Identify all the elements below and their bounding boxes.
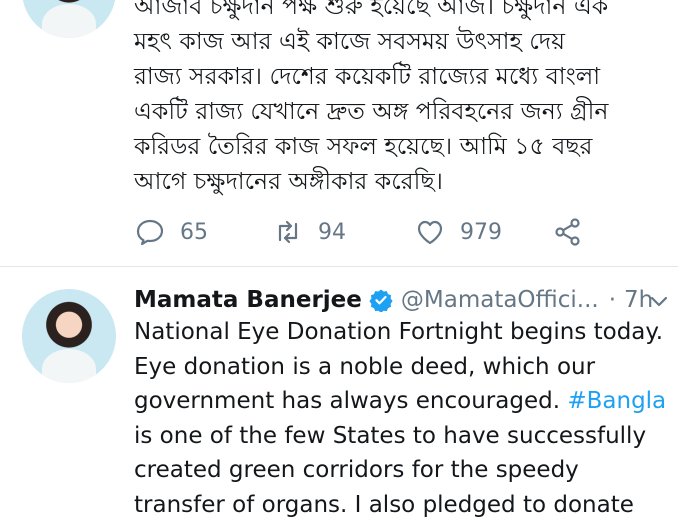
tweet-2-line: created green corridors for the speedy — [134, 453, 674, 488]
tweet-1-line: রাজ্য সরকার। দেশের কয়েকটি রাজ্যের মধ্যে… — [134, 59, 674, 94]
tweet-2-line: is one of the few States to have success… — [134, 419, 674, 454]
reply-count: 65 — [180, 220, 208, 245]
retweet-count: 94 — [318, 220, 346, 245]
like-button[interactable]: 979 — [414, 212, 502, 252]
tweet-2-header: Mamata Banerjee @MamataOffici... · 7h — [134, 283, 674, 317]
tweet-2-line: Eye donation is a noble deed, which our — [134, 350, 674, 385]
tweet-2-text: National Eye Donation Fortnight begins t… — [134, 315, 674, 522]
author-handle[interactable]: @MamataOffici... — [401, 287, 599, 313]
tweet-2-line: transfer of organs. I also pledged to do… — [134, 488, 674, 522]
tweet-2-line: government has always encouraged. #Bangl… — [134, 384, 674, 419]
retweet-button[interactable]: 94 — [272, 212, 346, 252]
tweet-2-line-text: government has always encouraged. — [134, 388, 560, 414]
tweet-1-line: একটি রাজ্য যেখানে দ্রুত অঙ্গ পরিবহনের জন… — [134, 94, 674, 129]
tweet-1-line: করিডর তৈরির কাজ সফল হয়েছে। আমি ১৫ বছর — [134, 129, 674, 164]
tweet-1-line: আগে চক্ষুদানের অঙ্গীকার করেছি। — [134, 164, 674, 199]
verified-badge-icon — [369, 288, 393, 312]
reply-icon — [134, 216, 166, 248]
tweet-1-line: মহৎ কাজ আর এই কাজে সবসময় উৎসাহ দেয় — [134, 24, 674, 59]
separator-dot: · — [609, 287, 616, 313]
tweet-1-text: আজাব চক্ষুদান পক্ষ শুরু হয়েছে আজ। চক্ষু… — [134, 0, 674, 199]
hashtag-link[interactable]: #Bangla — [567, 388, 666, 414]
retweet-icon — [272, 216, 304, 248]
like-count: 979 — [460, 220, 502, 245]
share-button[interactable] — [552, 212, 584, 252]
tweet-1-actions: 65 94 979 — [134, 212, 654, 252]
like-icon — [414, 216, 446, 248]
reply-button[interactable]: 65 — [134, 212, 208, 252]
avatar[interactable] — [22, 289, 116, 383]
chevron-down-icon[interactable] — [648, 290, 670, 312]
author-name[interactable]: Mamata Banerjee — [134, 287, 362, 313]
tweet-1-line: আজাব চক্ষুদান পক্ষ শুরু হয়েছে আজ। চক্ষু… — [134, 0, 674, 24]
tweet-2-line: National Eye Donation Fortnight begins t… — [134, 315, 674, 350]
tweet-1[interactable]: আজাব চক্ষুদান পক্ষ শুরু হয়েছে আজ। চক্ষু… — [0, 0, 678, 266]
avatar[interactable] — [22, 0, 116, 38]
share-icon — [552, 216, 584, 248]
